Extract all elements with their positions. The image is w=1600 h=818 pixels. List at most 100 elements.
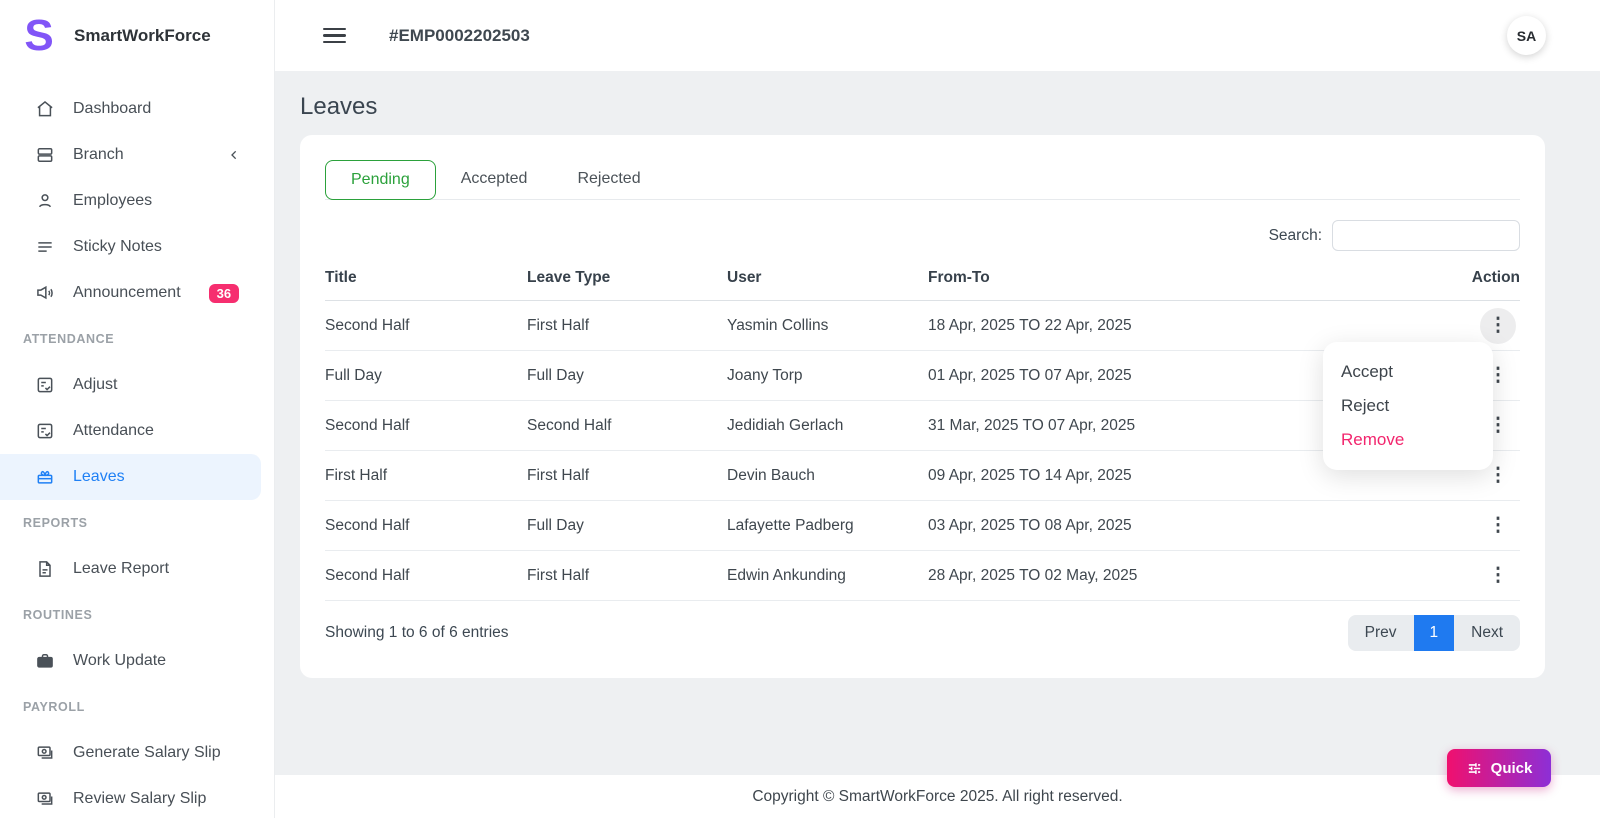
page-title: Leaves: [300, 93, 378, 120]
cell-user: Joany Torp: [727, 350, 928, 401]
entries-summary: Showing 1 to 6 of 6 entries: [325, 624, 509, 641]
sidebar: S SmartWorkForce Dashboard Branch Employ…: [0, 0, 275, 818]
main-content: Leaves Pending Accepted Rejected Search:…: [275, 71, 1600, 775]
column-header-from-to: From-To: [928, 257, 1430, 301]
column-header-action: Action: [1430, 257, 1520, 301]
table-footer: Showing 1 to 6 of 6 entries Prev 1 Next: [325, 615, 1520, 651]
sidebar-item-label: Sticky Notes: [73, 238, 162, 255]
announcement-count-badge: 36: [208, 283, 240, 303]
cell-title: Second Half: [325, 300, 527, 351]
sidebar-item-leave-report[interactable]: Leave Report: [0, 546, 274, 592]
app-logo[interactable]: S SmartWorkForce: [0, 0, 274, 71]
copyright-text: Copyright © SmartWorkForce 2025. All rig…: [752, 787, 1123, 805]
sidebar-item-label: Work Update: [73, 652, 167, 669]
quick-button-label: Quick: [1490, 759, 1533, 777]
branch-icon: [37, 148, 53, 162]
kebab-icon: ⋮: [1488, 465, 1508, 486]
home-icon: [37, 100, 53, 117]
sidebar-item-announcement[interactable]: Announcement 36: [0, 270, 274, 316]
cell-user: Edwin Ankunding: [727, 550, 928, 601]
cell-leave-type: First Half: [527, 450, 727, 501]
sidebar-nav: Dashboard Branch Employees Sticky Notes …: [0, 86, 274, 818]
employees-icon: [38, 194, 52, 208]
app-logo-icon: S: [24, 10, 54, 60]
attendance-icon: [37, 423, 53, 439]
kebab-icon: ⋮: [1488, 565, 1508, 586]
prev-page-button[interactable]: Prev: [1348, 615, 1414, 651]
chevron-left-icon[interactable]: [224, 147, 244, 163]
top-bar: #EMP0002202503 SA: [275, 0, 1600, 71]
table-header-row: Title Leave Type User From-To Action: [325, 257, 1520, 301]
quick-button[interactable]: Quick: [1447, 749, 1551, 787]
sidebar-item-dashboard[interactable]: Dashboard: [0, 86, 274, 132]
table-row: Second Half Full Day Lafayette Padberg 0…: [325, 500, 1520, 551]
menu-item-accept[interactable]: Accept: [1323, 355, 1493, 389]
cell-leave-type: Second Half: [527, 400, 727, 451]
tab-rejected[interactable]: Rejected: [552, 160, 665, 198]
sidebar-section-routines: ROUTINES: [23, 608, 93, 622]
cell-leave-type: Full Day: [527, 500, 727, 551]
review-salary-slip-icon: [37, 792, 53, 805]
row-actions-button[interactable]: ⋮: [1480, 508, 1516, 544]
sidebar-item-label: Employees: [73, 192, 153, 209]
table-row: Second Half First Half Edwin Ankunding 2…: [325, 550, 1520, 601]
menu-item-remove[interactable]: Remove: [1323, 423, 1493, 457]
sidebar-item-work-update[interactable]: Work Update: [0, 638, 274, 684]
sidebar-section-payroll: PAYROLL: [23, 700, 85, 714]
cell-title: Second Half: [325, 400, 527, 451]
work-update-icon: [37, 654, 53, 668]
cell-from-to: 03 Apr, 2025 TO 08 Apr, 2025: [928, 500, 1430, 551]
search-input[interactable]: [1332, 220, 1520, 251]
cell-user: Lafayette Padberg: [727, 500, 928, 551]
sidebar-item-attendance[interactable]: Attendance: [0, 408, 274, 454]
generate-salary-slip-icon: [37, 746, 53, 759]
sidebar-item-label: Leave Report: [73, 560, 170, 577]
pagination: Prev 1 Next: [1347, 615, 1520, 651]
cell-user: Devin Bauch: [727, 450, 928, 501]
sidebar-item-generate-salary-slip[interactable]: Generate Salary Slip: [0, 730, 274, 776]
leave-report-icon: [39, 561, 51, 577]
cell-user: Yasmin Collins: [727, 300, 928, 351]
sidebar-item-leaves[interactable]: Leaves: [0, 454, 261, 500]
sidebar-item-label: Generate Salary Slip: [73, 744, 221, 761]
kebab-icon: ⋮: [1488, 515, 1508, 536]
cell-leave-type: First Half: [527, 550, 727, 601]
column-header-user: User: [727, 257, 928, 301]
column-header-leave-type: Leave Type: [527, 257, 727, 301]
menu-item-reject[interactable]: Reject: [1323, 389, 1493, 423]
sidebar-section-reports: REPORTS: [23, 516, 88, 530]
sidebar-item-adjust[interactable]: Adjust: [0, 362, 274, 408]
sliders-icon: [1468, 762, 1480, 774]
cell-title: First Half: [325, 450, 527, 501]
sidebar-item-label: Dashboard: [73, 100, 152, 117]
tab-accepted[interactable]: Accepted: [436, 160, 553, 198]
menu-toggle-icon[interactable]: [323, 24, 346, 48]
cell-user: Jedidiah Gerlach: [727, 400, 928, 451]
next-page-button[interactable]: Next: [1454, 615, 1520, 651]
tab-pending[interactable]: Pending: [325, 160, 436, 200]
cell-title: Full Day: [325, 350, 527, 401]
page-number-button[interactable]: 1: [1413, 615, 1455, 651]
avatar[interactable]: SA: [1507, 16, 1546, 55]
leaves-card: Pending Accepted Rejected Search: Title …: [300, 135, 1545, 678]
sidebar-item-employees[interactable]: Employees: [0, 178, 274, 224]
leaves-icon: [37, 470, 53, 484]
row-actions-button[interactable]: ⋮: [1480, 558, 1516, 594]
employee-id: #EMP0002202503: [389, 25, 530, 45]
sidebar-item-review-salary-slip[interactable]: Review Salary Slip: [0, 776, 274, 818]
row-actions-button[interactable]: ⋮: [1480, 307, 1516, 344]
cell-title: Second Half: [325, 550, 527, 601]
sidebar-item-sticky-notes[interactable]: Sticky Notes: [0, 224, 274, 270]
sidebar-item-label: Adjust: [73, 376, 118, 393]
search-label: Search:: [1268, 226, 1322, 244]
sidebar-item-label: Leaves: [73, 468, 125, 485]
sidebar-item-label: Attendance: [73, 422, 154, 439]
leave-status-tabs: Pending Accepted Rejected: [325, 160, 1520, 200]
sidebar-section-attendance: ATTENDANCE: [23, 332, 115, 346]
sidebar-item-branch[interactable]: Branch: [0, 132, 274, 178]
cell-title: Second Half: [325, 500, 527, 551]
search-row: Search:: [325, 220, 1520, 251]
cell-leave-type: First Half: [527, 300, 727, 351]
app-name: SmartWorkForce: [74, 25, 211, 45]
sidebar-item-label: Announcement: [73, 284, 181, 301]
